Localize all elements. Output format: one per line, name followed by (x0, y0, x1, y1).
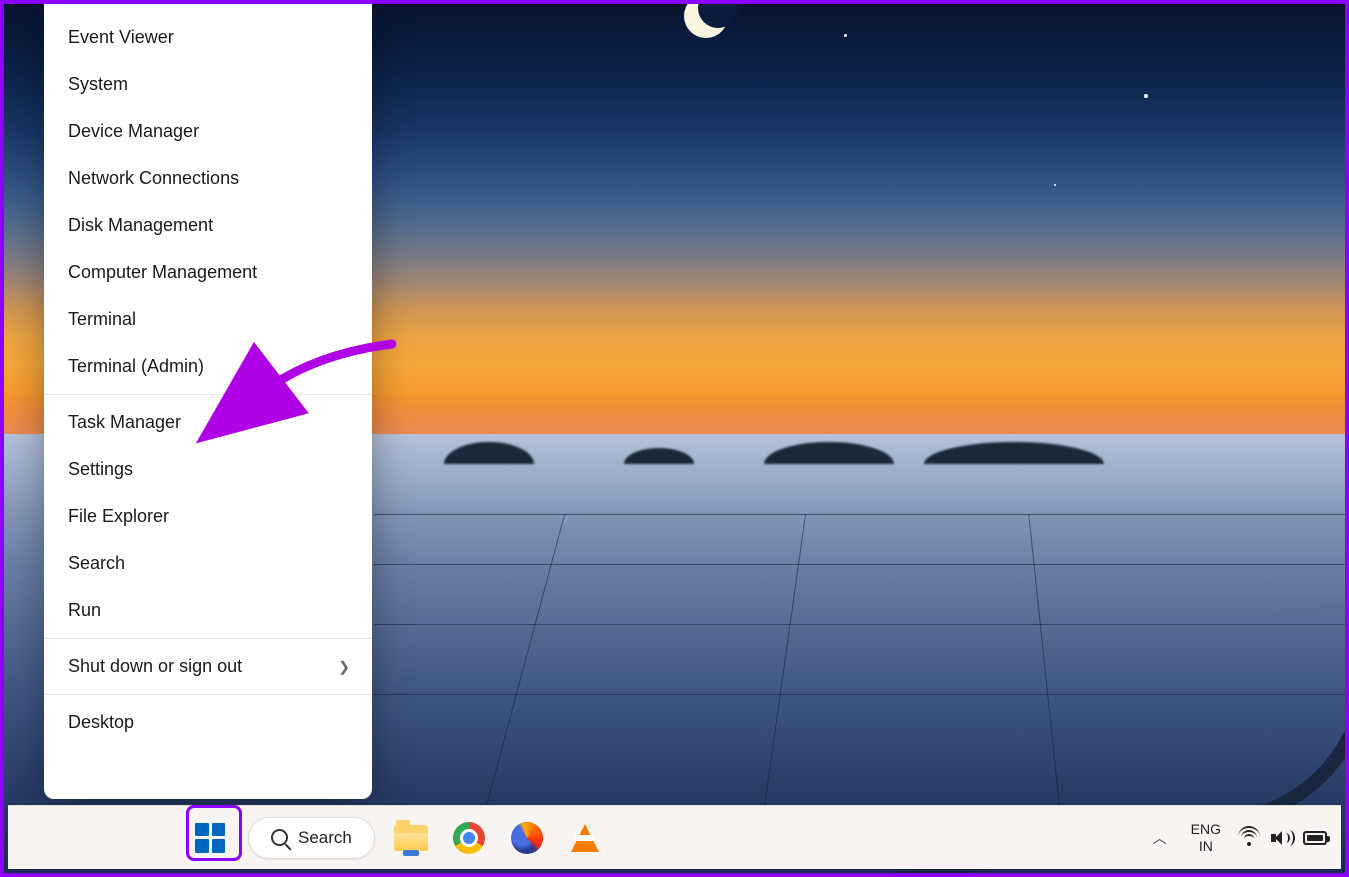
menu-item-task-manager[interactable]: Task Manager (44, 399, 372, 446)
start-button[interactable] (186, 814, 234, 862)
menu-item-event-viewer[interactable]: Event Viewer (44, 14, 372, 61)
moon-icon (684, 4, 734, 44)
menu-item-desktop[interactable]: Desktop (44, 699, 372, 746)
firefox-icon (511, 822, 543, 854)
taskbar-app-chrome[interactable] (447, 816, 491, 860)
tray-overflow-button[interactable]: ︿ (1147, 822, 1173, 854)
menu-item-computer-management[interactable]: Computer Management (44, 249, 372, 296)
menu-item-file-explorer[interactable]: File Explorer (44, 493, 372, 540)
taskbar: Search ︿ ENG IN (8, 805, 1341, 869)
menu-item-network-connections[interactable]: Network Connections (44, 155, 372, 202)
language-bottom: IN (1191, 838, 1221, 854)
menu-item-device-manager[interactable]: Device Manager (44, 108, 372, 155)
search-label: Search (298, 828, 352, 848)
taskbar-app-firefox[interactable] (505, 816, 549, 860)
search-icon (271, 829, 288, 846)
vlc-icon (571, 824, 599, 852)
menu-item-terminal-admin[interactable]: Terminal (Admin) (44, 343, 372, 390)
menu-item-run[interactable]: Run (44, 587, 372, 634)
chevron-right-icon: ❯ (338, 658, 350, 675)
menu-item-shut-down-or-sign-out[interactable]: Shut down or sign out ❯ (44, 643, 372, 690)
taskbar-search-button[interactable]: Search (248, 817, 375, 859)
speaker-icon (1271, 830, 1291, 846)
taskbar-app-vlc[interactable] (563, 816, 607, 860)
taskbar-app-file-explorer[interactable] (389, 816, 433, 860)
file-explorer-icon (394, 825, 428, 851)
chrome-icon (453, 822, 485, 854)
menu-item-disk-management[interactable]: Disk Management (44, 202, 372, 249)
menu-separator (44, 694, 372, 695)
star-icon (1144, 94, 1148, 98)
quick-settings-button[interactable] (1239, 830, 1327, 846)
menu-item-settings[interactable]: Settings (44, 446, 372, 493)
star-icon (1054, 184, 1056, 186)
menu-item-label: Shut down or sign out (68, 656, 242, 676)
menu-item-search[interactable]: Search (44, 540, 372, 587)
windows-logo-icon (195, 823, 225, 853)
language-indicator[interactable]: ENG IN (1191, 821, 1221, 853)
menu-item-terminal[interactable]: Terminal (44, 296, 372, 343)
language-top: ENG (1191, 821, 1221, 837)
system-tray: ︿ ENG IN (1147, 806, 1327, 869)
winx-menu: Event Viewer System Device Manager Netwo… (44, 4, 372, 799)
desktop: Event Viewer System Device Manager Netwo… (4, 4, 1345, 873)
wifi-icon (1239, 830, 1259, 846)
battery-icon (1303, 831, 1327, 845)
menu-separator (44, 394, 372, 395)
menu-separator (44, 638, 372, 639)
menu-item-system[interactable]: System (44, 61, 372, 108)
star-icon (844, 34, 847, 37)
